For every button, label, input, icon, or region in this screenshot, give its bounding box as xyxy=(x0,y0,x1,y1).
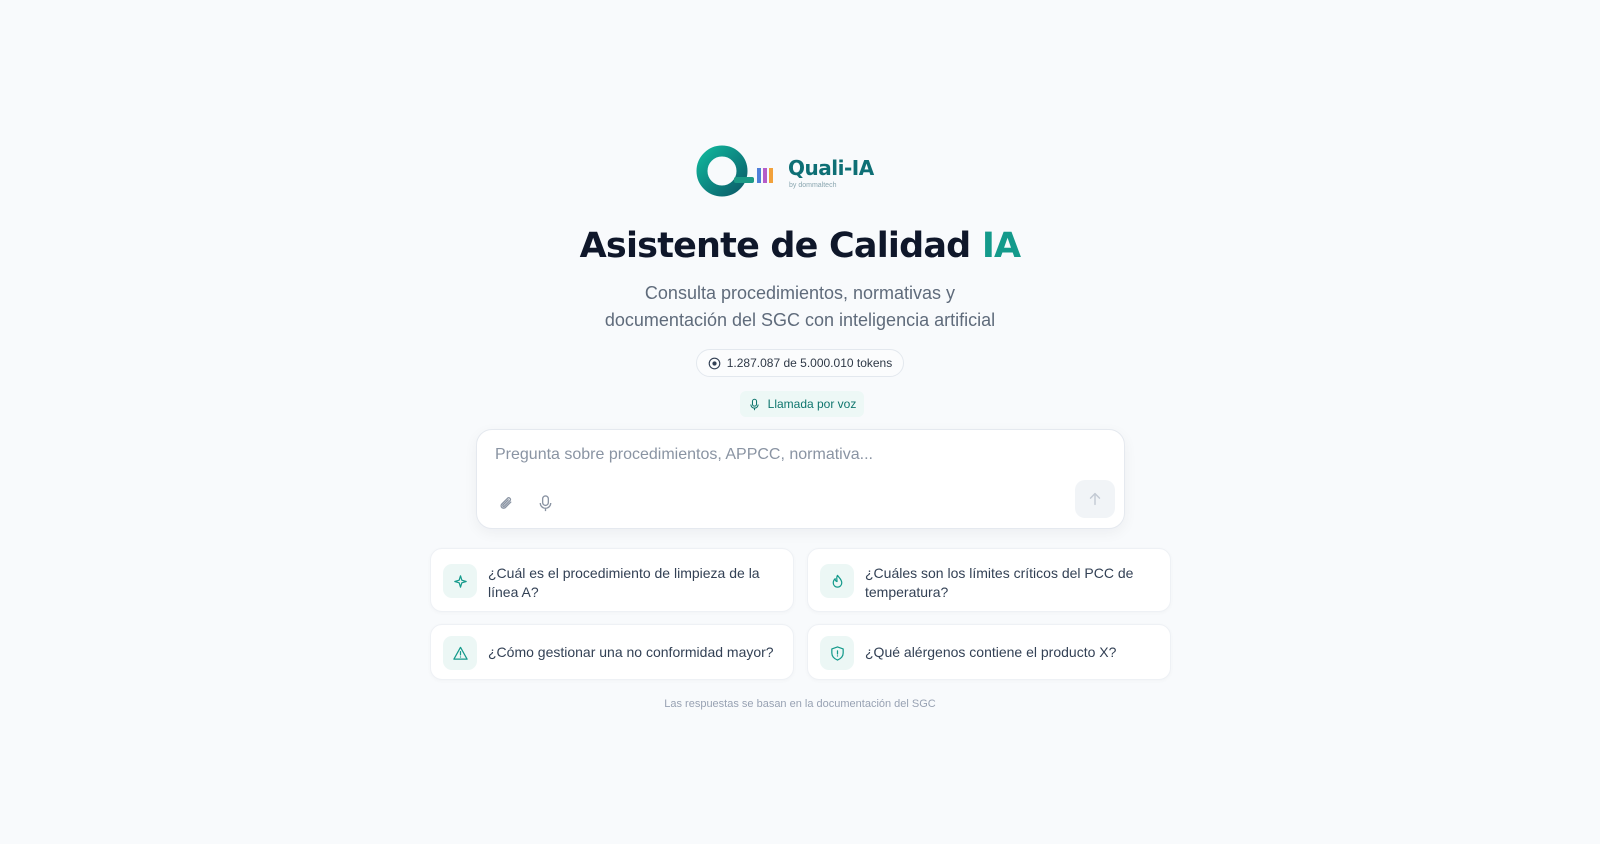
flame-icon xyxy=(820,564,854,598)
coin-icon xyxy=(708,357,721,369)
chat-input[interactable] xyxy=(495,446,1095,476)
token-usage-badge: 1.287.087 de 5.000.010 tokens xyxy=(696,349,904,377)
warning-triangle-icon xyxy=(443,636,477,670)
microphone-icon xyxy=(749,398,759,410)
send-button[interactable] xyxy=(1075,480,1115,518)
voice-call-button[interactable]: Llamada por voz xyxy=(740,391,864,417)
shield-icon xyxy=(820,636,854,670)
attach-button[interactable] xyxy=(491,488,521,518)
chat-composer xyxy=(476,429,1125,529)
suggestion-card[interactable]: ¿Qué alérgenos contiene el producto X? xyxy=(807,624,1171,680)
logo-text: Quali-IA xyxy=(788,156,874,180)
brand-logo: Quali-IA by dommaltech xyxy=(696,144,878,200)
paperclip-icon xyxy=(500,496,511,509)
suggestion-text: ¿Cómo gestionar una no conformidad mayor… xyxy=(488,644,774,660)
arrow-up-icon xyxy=(1089,492,1101,506)
logo-subtext: by dommaltech xyxy=(789,182,837,189)
disclaimer-text: Las respuestas se basan en la documentac… xyxy=(664,698,936,710)
suggestion-card[interactable]: ¿Cuáles son los límites críticos del PCC… xyxy=(807,548,1171,612)
page-title-main: Asistente de Calidad xyxy=(579,226,972,266)
suggestion-text: ¿Cuáles son los límites críticos del PCC… xyxy=(865,565,1134,600)
sparkle-icon xyxy=(443,564,477,598)
token-usage-label: 1.287.087 de 5.000.010 tokens xyxy=(726,356,893,370)
page-title: Asistente de Calidad IA xyxy=(0,226,1600,266)
suggestion-text: ¿Qué alérgenos contiene el producto X? xyxy=(865,644,1117,660)
page: Quali-IA by dommaltech Asistente de Cali… xyxy=(0,0,1600,844)
suggestion-card[interactable]: ¿Cómo gestionar una no conformidad mayor… xyxy=(430,624,794,680)
dictation-button[interactable] xyxy=(530,488,560,518)
suggestion-text: ¿Cuál es el procedimiento de limpieza de… xyxy=(488,565,760,600)
voice-call-label: Llamada por voz xyxy=(767,397,857,411)
microphone-icon xyxy=(539,494,551,511)
suggestion-card[interactable]: ¿Cuál es el procedimiento de limpieza de… xyxy=(430,548,794,612)
subtitle-line-2: documentación del SGC con inteligencia a… xyxy=(604,310,996,330)
page-subtitle: Consulta procedimientos, normativas y do… xyxy=(0,280,1600,334)
page-title-accent: IA xyxy=(981,226,1021,266)
subtitle-line-1: Consulta procedimientos, normativas y xyxy=(644,283,956,303)
